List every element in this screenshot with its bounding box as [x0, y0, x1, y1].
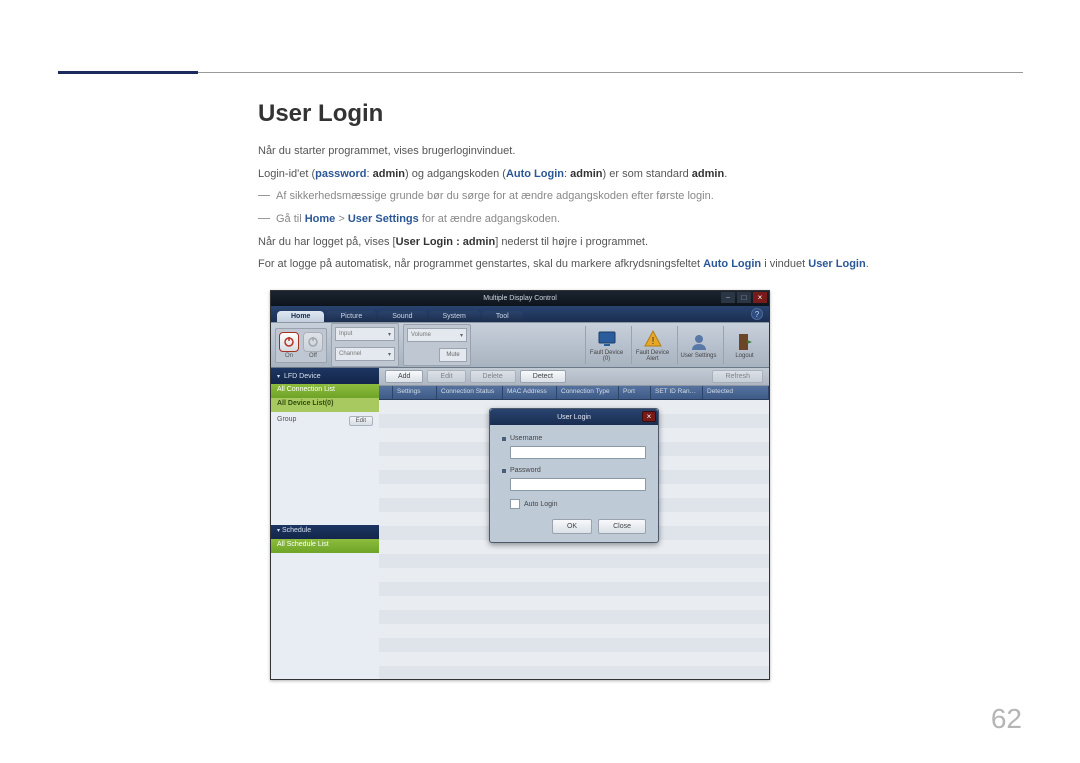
tab-sound[interactable]: Sound [378, 311, 426, 322]
svg-text:!: ! [651, 336, 654, 347]
close-button[interactable]: × [753, 292, 767, 303]
password-label: Password [510, 467, 552, 474]
username-input[interactable] [510, 446, 646, 459]
user-icon [689, 332, 709, 352]
volume-field[interactable]: Volume▾ [407, 328, 467, 342]
sidebar-edit-button[interactable]: Edit [349, 416, 373, 426]
tab-system[interactable]: System [429, 311, 480, 322]
note-2: Gå til Home > User Settings for at ændre… [258, 210, 1028, 229]
page-number: 62 [991, 703, 1022, 735]
power-group: On Off [275, 328, 327, 363]
main-area: Add Edit Delete Detect Refresh Settings … [379, 368, 769, 679]
window-controls: − □ × [721, 292, 767, 303]
doc-content: User Login Når du starter programmet, vi… [258, 100, 1028, 278]
page-title: User Login [258, 100, 1028, 128]
minimize-button[interactable]: − [721, 292, 735, 303]
intro-p1: Når du starter programmet, vises brugerl… [258, 142, 1028, 161]
sidebar: ▾LFD Device All Connection List All Devi… [271, 368, 379, 679]
action-row: Add Edit Delete Detect Refresh [379, 368, 769, 386]
fault-alert-button[interactable]: ! Fault Device Alert [631, 326, 673, 364]
refresh-button[interactable]: Refresh [712, 370, 763, 383]
delete-button[interactable]: Delete [470, 370, 516, 383]
username-row: Username [502, 435, 646, 442]
col-port: Port [619, 386, 651, 399]
add-button[interactable]: Add [385, 370, 423, 383]
intro-text: Når du starter programmet, vises brugerl… [258, 142, 1028, 274]
column-header: Settings Connection Status MAC Address C… [379, 386, 769, 400]
auto-login-row[interactable]: Auto Login [510, 499, 646, 509]
window-titlebar: Multiple Display Control − □ × [271, 291, 769, 306]
col-settings: Settings [393, 386, 437, 399]
col-mac: MAC Address [503, 386, 557, 399]
password-row: Password [502, 467, 646, 474]
col-conn-type: Connection Type [557, 386, 619, 399]
intro-p3: Når du har logget på, vises [User Login … [258, 233, 1028, 252]
dialog-body: Username Password Auto Login [490, 425, 658, 542]
power-off-icon [307, 336, 319, 348]
sidebar-conn-list[interactable]: All Connection List [271, 384, 379, 398]
sidebar-schedule-body [271, 553, 379, 679]
user-settings-button[interactable]: User Settings [677, 326, 719, 364]
ok-button[interactable]: OK [552, 519, 592, 534]
sidebar-lfd-header[interactable]: ▾LFD Device [271, 368, 379, 384]
close-dialog-button[interactable]: Close [598, 519, 646, 534]
power-on-button[interactable] [279, 332, 299, 352]
fault-device-button[interactable]: Fault Device (0) [585, 326, 627, 364]
edit-button[interactable]: Edit [427, 370, 465, 383]
mute-button[interactable]: Mute [439, 348, 467, 362]
auto-login-checkbox[interactable] [510, 499, 520, 509]
app-screenshot: Multiple Display Control − □ × Home Pict… [270, 290, 770, 680]
sidebar-group-body: Group Edit [271, 412, 379, 525]
power-off-button[interactable] [303, 332, 323, 352]
dialog-close-button[interactable]: × [642, 411, 656, 422]
detect-button[interactable]: Detect [520, 370, 566, 383]
tab-bar: Home Picture Sound System Tool ? [271, 306, 769, 322]
top-divider [198, 72, 1023, 73]
col-detected: Detected [703, 386, 769, 399]
logout-icon [735, 332, 755, 352]
channel-dropdown[interactable]: Channel▾ [335, 347, 395, 361]
col-setid: SET ID Ran… [651, 386, 703, 399]
input-dropdown[interactable]: Input▾ [335, 327, 395, 341]
username-label: Username [510, 435, 552, 442]
dialog-buttons: OK Close [502, 519, 646, 534]
maximize-button[interactable]: □ [737, 292, 751, 303]
sidebar-device-list[interactable]: All Device List(0) [271, 398, 379, 412]
note-1: Af sikkerhedsmæssige grunde bør du sørge… [258, 187, 1028, 206]
sidebar-schedule-list[interactable]: All Schedule List [271, 539, 379, 553]
accent-border [58, 71, 198, 74]
alert-icon: ! [643, 329, 663, 349]
sidebar-group-label: Group [277, 416, 296, 426]
sidebar-schedule-header[interactable]: ▾ Schedule [271, 525, 379, 539]
tab-tool[interactable]: Tool [482, 311, 523, 322]
tab-picture[interactable]: Picture [326, 311, 376, 322]
monitor-icon [597, 329, 617, 349]
tab-home[interactable]: Home [277, 311, 324, 322]
bullet-icon [502, 469, 506, 473]
password-input[interactable] [510, 478, 646, 491]
body-area: ▾LFD Device All Connection List All Devi… [271, 368, 769, 679]
login-dialog: User Login × Username Password [489, 408, 659, 543]
input-group: Input▾ Channel▾ [331, 323, 399, 367]
logout-button[interactable]: Logout [723, 326, 765, 364]
intro-p2: Login-id'et (password: admin) og adgangs… [258, 165, 1028, 184]
bullet-icon [502, 437, 506, 441]
window-title: Multiple Display Control [483, 295, 557, 302]
power-icon [283, 336, 295, 348]
dialog-title: User Login × [490, 409, 658, 425]
volume-group: Volume▾ Mute [403, 324, 471, 366]
intro-p4: For at logge på automatisk, når programm… [258, 255, 1028, 274]
auto-login-label: Auto Login [524, 501, 557, 508]
toolbar: On Off Input▾ Channel▾ Volume▾ Mute Faul… [271, 322, 769, 368]
col-conn-status: Connection Status [437, 386, 503, 399]
help-icon[interactable]: ? [751, 308, 763, 320]
grid-body: User Login × Username Password [379, 400, 769, 679]
